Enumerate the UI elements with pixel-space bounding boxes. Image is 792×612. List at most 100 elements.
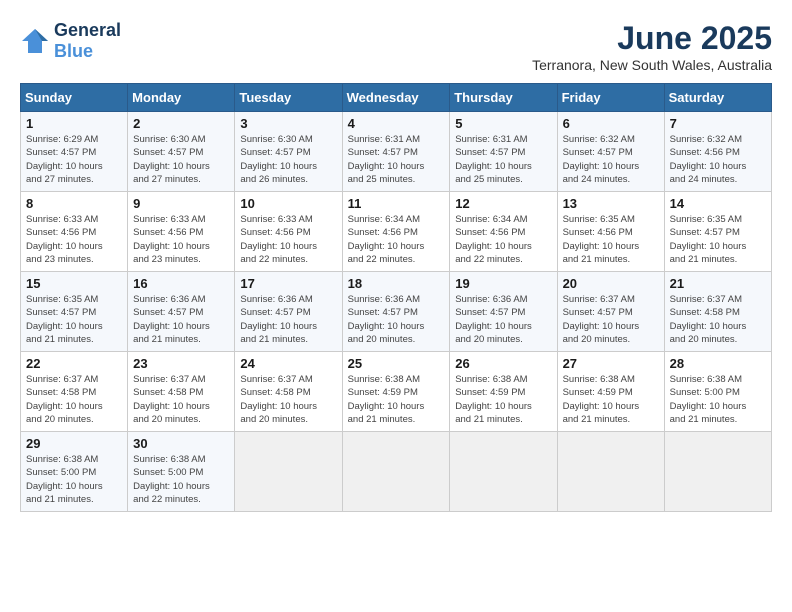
column-header-tuesday: Tuesday xyxy=(235,84,342,112)
calendar-week-2: 8 Sunrise: 6:33 AM Sunset: 4:56 PM Daylig… xyxy=(21,192,772,272)
day-info: Sunrise: 6:31 AM Sunset: 4:57 PM Dayligh… xyxy=(455,133,551,186)
day-number: 20 xyxy=(563,276,659,291)
day-info: Sunrise: 6:38 AM Sunset: 5:00 PM Dayligh… xyxy=(26,453,122,506)
calendar-cell: 11 Sunrise: 6:34 AM Sunset: 4:56 PM Dayli… xyxy=(342,192,450,272)
day-number: 19 xyxy=(455,276,551,291)
day-info: Sunrise: 6:38 AM Sunset: 5:00 PM Dayligh… xyxy=(133,453,229,506)
calendar-cell xyxy=(235,432,342,512)
title-area: June 2025 Terranora, New South Wales, Au… xyxy=(532,20,772,73)
day-info: Sunrise: 6:34 AM Sunset: 4:56 PM Dayligh… xyxy=(455,213,551,266)
calendar-cell: 10 Sunrise: 6:33 AM Sunset: 4:56 PM Dayli… xyxy=(235,192,342,272)
day-info: Sunrise: 6:38 AM Sunset: 5:00 PM Dayligh… xyxy=(670,373,766,426)
day-info: Sunrise: 6:37 AM Sunset: 4:58 PM Dayligh… xyxy=(133,373,229,426)
calendar-cell: 30 Sunrise: 6:38 AM Sunset: 5:00 PM Dayli… xyxy=(128,432,235,512)
day-number: 5 xyxy=(455,116,551,131)
calendar-cell xyxy=(450,432,557,512)
day-number: 12 xyxy=(455,196,551,211)
calendar-cell: 29 Sunrise: 6:38 AM Sunset: 5:00 PM Dayli… xyxy=(21,432,128,512)
day-number: 9 xyxy=(133,196,229,211)
day-info: Sunrise: 6:30 AM Sunset: 4:57 PM Dayligh… xyxy=(240,133,336,186)
calendar-cell: 18 Sunrise: 6:36 AM Sunset: 4:57 PM Dayli… xyxy=(342,272,450,352)
day-number: 29 xyxy=(26,436,122,451)
calendar-cell: 17 Sunrise: 6:36 AM Sunset: 4:57 PM Dayli… xyxy=(235,272,342,352)
logo: General Blue xyxy=(20,20,121,62)
day-info: Sunrise: 6:38 AM Sunset: 4:59 PM Dayligh… xyxy=(563,373,659,426)
day-info: Sunrise: 6:37 AM Sunset: 4:57 PM Dayligh… xyxy=(563,293,659,346)
day-number: 21 xyxy=(670,276,766,291)
day-number: 8 xyxy=(26,196,122,211)
calendar-cell: 27Sunrise: 6:38 AM Sunset: 4:59 PM Dayli… xyxy=(557,352,664,432)
month-title: June 2025 xyxy=(532,20,772,57)
day-number: 18 xyxy=(348,276,445,291)
calendar-cell: 19Sunrise: 6:36 AM Sunset: 4:57 PM Dayli… xyxy=(450,272,557,352)
day-info: Sunrise: 6:29 AM Sunset: 4:57 PM Dayligh… xyxy=(26,133,122,186)
day-number: 3 xyxy=(240,116,336,131)
day-info: Sunrise: 6:36 AM Sunset: 4:57 PM Dayligh… xyxy=(348,293,445,346)
day-info: Sunrise: 6:34 AM Sunset: 4:56 PM Dayligh… xyxy=(348,213,445,266)
calendar-cell: 16 Sunrise: 6:36 AM Sunset: 4:57 PM Dayli… xyxy=(128,272,235,352)
calendar-week-1: 1 Sunrise: 6:29 AM Sunset: 4:57 PM Daylig… xyxy=(21,112,772,192)
day-number: 16 xyxy=(133,276,229,291)
column-header-wednesday: Wednesday xyxy=(342,84,450,112)
calendar-cell: 15Sunrise: 6:35 AM Sunset: 4:57 PM Dayli… xyxy=(21,272,128,352)
day-info: Sunrise: 6:32 AM Sunset: 4:56 PM Dayligh… xyxy=(670,133,766,186)
day-number: 2 xyxy=(133,116,229,131)
day-info: Sunrise: 6:37 AM Sunset: 4:58 PM Dayligh… xyxy=(240,373,336,426)
calendar-cell: 5 Sunrise: 6:31 AM Sunset: 4:57 PM Daylig… xyxy=(450,112,557,192)
column-header-friday: Friday xyxy=(557,84,664,112)
column-header-monday: Monday xyxy=(128,84,235,112)
logo-icon xyxy=(20,27,50,55)
day-number: 10 xyxy=(240,196,336,211)
calendar-cell: 20 Sunrise: 6:37 AM Sunset: 4:57 PM Dayli… xyxy=(557,272,664,352)
calendar-cell: 25 Sunrise: 6:38 AM Sunset: 4:59 PM Dayli… xyxy=(342,352,450,432)
day-info: Sunrise: 6:33 AM Sunset: 4:56 PM Dayligh… xyxy=(26,213,122,266)
day-number: 11 xyxy=(348,196,445,211)
calendar-cell: 6Sunrise: 6:32 AM Sunset: 4:57 PM Daylig… xyxy=(557,112,664,192)
calendar-cell: 24 Sunrise: 6:37 AM Sunset: 4:58 PM Dayli… xyxy=(235,352,342,432)
calendar-week-4: 22Sunrise: 6:37 AM Sunset: 4:58 PM Dayli… xyxy=(21,352,772,432)
day-info: Sunrise: 6:37 AM Sunset: 4:58 PM Dayligh… xyxy=(670,293,766,346)
calendar-week-5: 29 Sunrise: 6:38 AM Sunset: 5:00 PM Dayli… xyxy=(21,432,772,512)
day-number: 15 xyxy=(26,276,122,291)
day-number: 24 xyxy=(240,356,336,371)
logo-general: General xyxy=(54,20,121,40)
day-info: Sunrise: 6:38 AM Sunset: 4:59 PM Dayligh… xyxy=(455,373,551,426)
day-info: Sunrise: 6:35 AM Sunset: 4:57 PM Dayligh… xyxy=(670,213,766,266)
calendar-cell: 1 Sunrise: 6:29 AM Sunset: 4:57 PM Daylig… xyxy=(21,112,128,192)
calendar: SundayMondayTuesdayWednesdayThursdayFrid… xyxy=(20,83,772,512)
day-number: 4 xyxy=(348,116,445,131)
calendar-cell xyxy=(664,432,771,512)
day-info: Sunrise: 6:38 AM Sunset: 4:59 PM Dayligh… xyxy=(348,373,445,426)
header: General Blue June 2025 Terranora, New So… xyxy=(20,20,772,73)
calendar-cell: 12 Sunrise: 6:34 AM Sunset: 4:56 PM Dayli… xyxy=(450,192,557,272)
calendar-cell: 22Sunrise: 6:37 AM Sunset: 4:58 PM Dayli… xyxy=(21,352,128,432)
day-number: 26 xyxy=(455,356,551,371)
calendar-cell: 3 Sunrise: 6:30 AM Sunset: 4:57 PM Daylig… xyxy=(235,112,342,192)
day-info: Sunrise: 6:33 AM Sunset: 4:56 PM Dayligh… xyxy=(240,213,336,266)
day-info: Sunrise: 6:36 AM Sunset: 4:57 PM Dayligh… xyxy=(240,293,336,346)
calendar-cell xyxy=(557,432,664,512)
day-info: Sunrise: 6:30 AM Sunset: 4:57 PM Dayligh… xyxy=(133,133,229,186)
day-info: Sunrise: 6:35 AM Sunset: 4:56 PM Dayligh… xyxy=(563,213,659,266)
day-info: Sunrise: 6:36 AM Sunset: 4:57 PM Dayligh… xyxy=(133,293,229,346)
day-number: 25 xyxy=(348,356,445,371)
day-number: 14 xyxy=(670,196,766,211)
calendar-cell: 4Sunrise: 6:31 AM Sunset: 4:57 PM Daylig… xyxy=(342,112,450,192)
day-number: 28 xyxy=(670,356,766,371)
calendar-cell: 9 Sunrise: 6:33 AM Sunset: 4:56 PM Daylig… xyxy=(128,192,235,272)
column-header-saturday: Saturday xyxy=(664,84,771,112)
calendar-cell: 8 Sunrise: 6:33 AM Sunset: 4:56 PM Daylig… xyxy=(21,192,128,272)
calendar-cell: 7Sunrise: 6:32 AM Sunset: 4:56 PM Daylig… xyxy=(664,112,771,192)
day-info: Sunrise: 6:33 AM Sunset: 4:56 PM Dayligh… xyxy=(133,213,229,266)
calendar-cell: 2 Sunrise: 6:30 AM Sunset: 4:57 PM Daylig… xyxy=(128,112,235,192)
column-header-thursday: Thursday xyxy=(450,84,557,112)
logo-blue: Blue xyxy=(54,41,93,61)
calendar-cell: 28 Sunrise: 6:38 AM Sunset: 5:00 PM Dayli… xyxy=(664,352,771,432)
calendar-cell xyxy=(342,432,450,512)
day-number: 13 xyxy=(563,196,659,211)
column-header-sunday: Sunday xyxy=(21,84,128,112)
day-number: 1 xyxy=(26,116,122,131)
day-number: 30 xyxy=(133,436,229,451)
day-info: Sunrise: 6:32 AM Sunset: 4:57 PM Dayligh… xyxy=(563,133,659,186)
day-number: 17 xyxy=(240,276,336,291)
